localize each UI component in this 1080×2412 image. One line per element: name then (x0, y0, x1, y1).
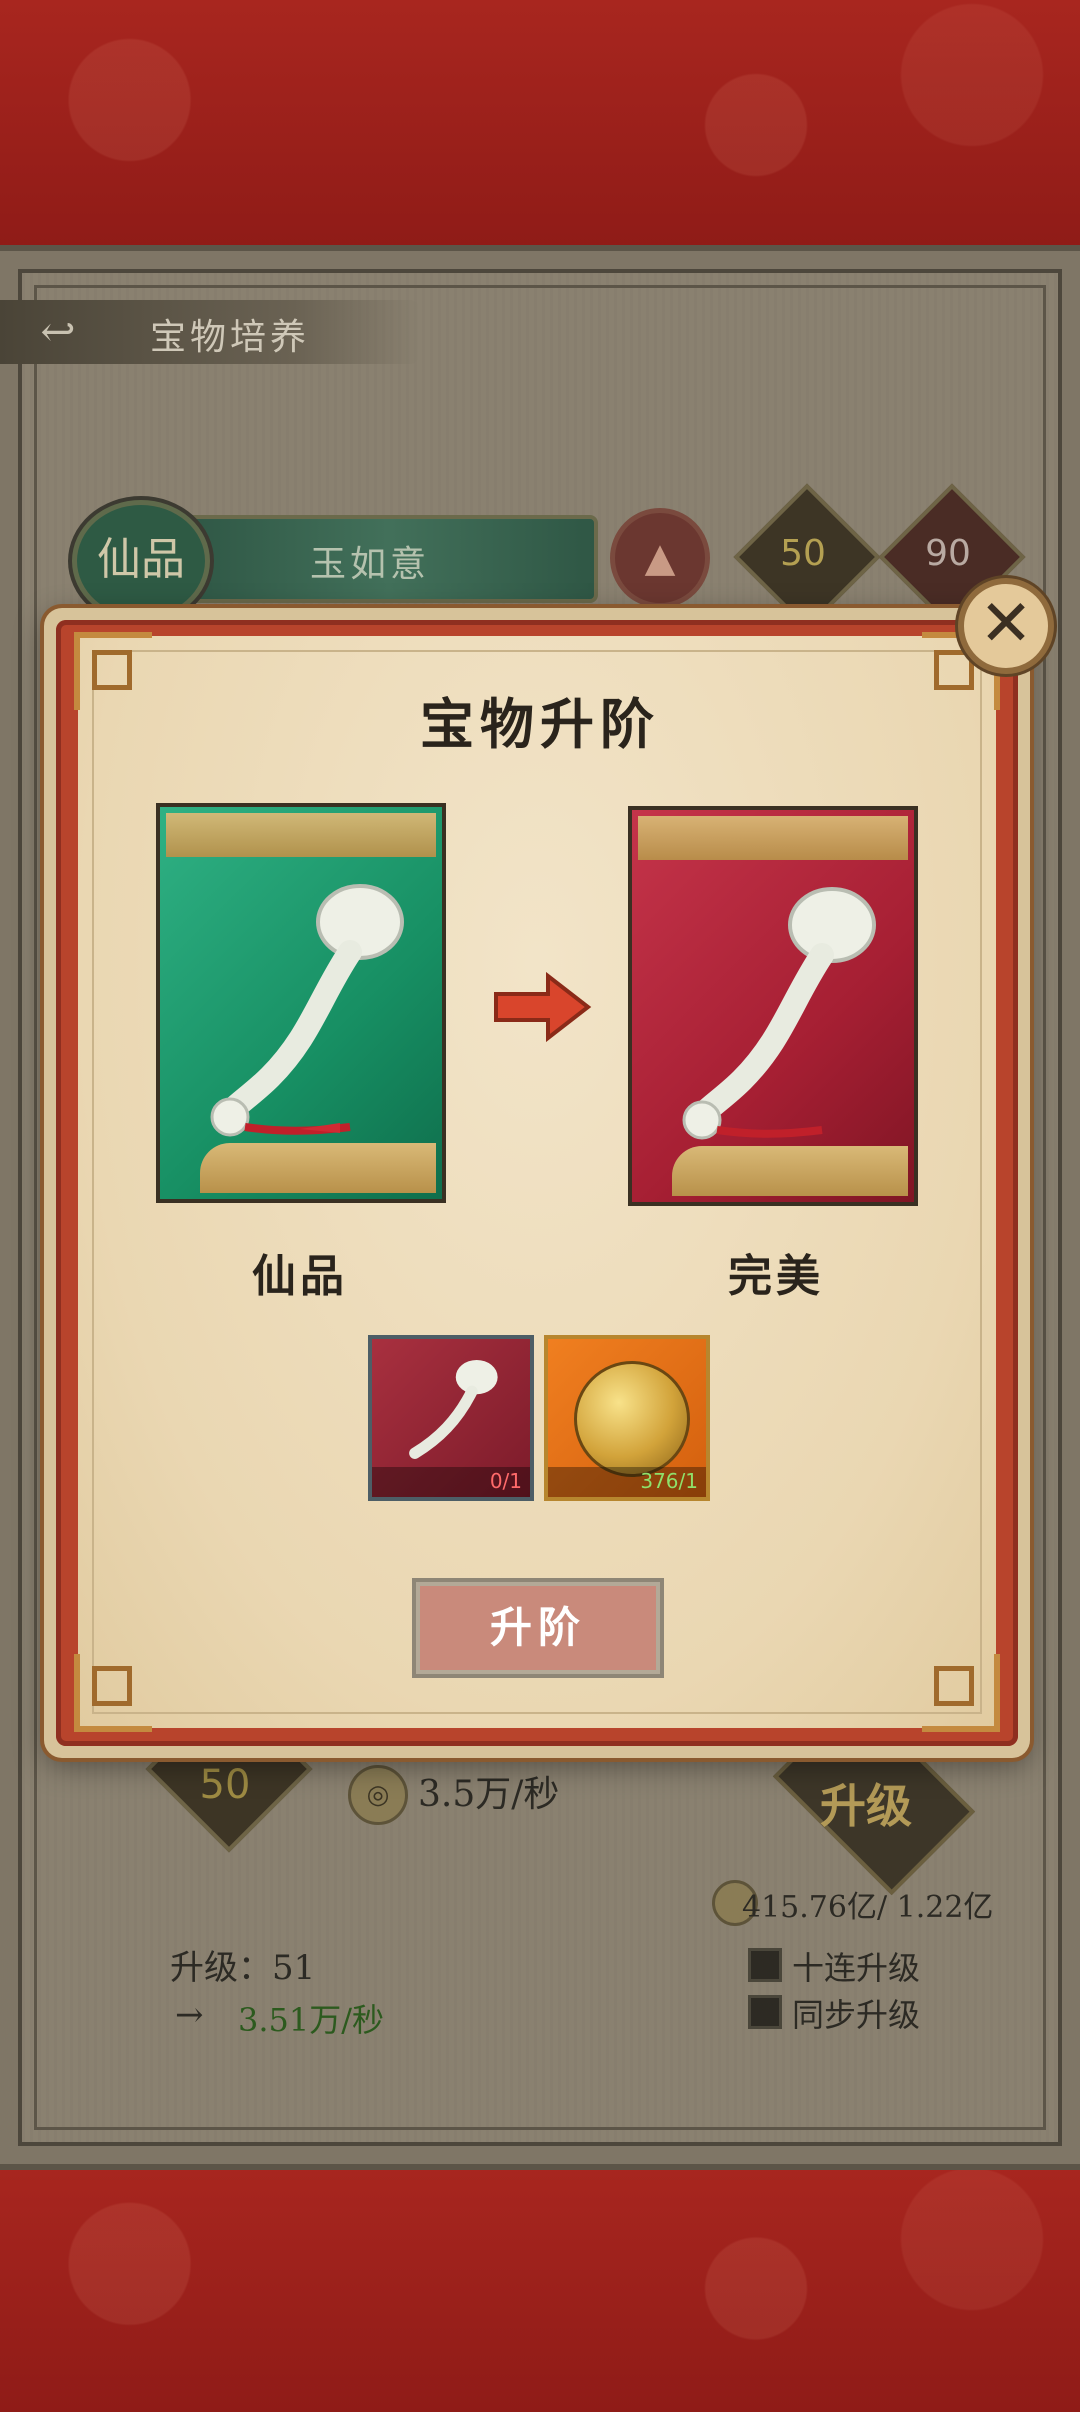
material-slot-orb[interactable]: 376/1 (544, 1335, 710, 1501)
sync-upgrade-label: 同步升级 (792, 1996, 921, 2034)
modal-title: 宝物升阶 (420, 692, 660, 756)
close-icon[interactable]: ✕ (958, 578, 1054, 674)
next-rate-arrow: → (175, 1995, 204, 2035)
material-count: 0/1 (489, 1469, 522, 1493)
income-rate: 3.5万/秒 (418, 1774, 560, 1815)
card-bottom-trim (672, 1146, 908, 1196)
stat-value-b: 90 (925, 533, 971, 574)
advance-button[interactable]: 升阶 (412, 1578, 664, 1678)
current-grade-label: 仙品 (252, 1251, 348, 1302)
material-slot-ruyi[interactable]: 0/1 (368, 1335, 534, 1501)
card-bottom-trim (200, 1143, 436, 1193)
page-title: 宝物培养 (150, 317, 311, 358)
ruyi-scepter-icon (210, 884, 404, 1137)
sync-upgrade-checkbox[interactable] (748, 1995, 782, 2029)
corner-ornament (74, 1654, 152, 1732)
grade-badge: 仙品 (72, 500, 210, 622)
gold-dragon-orb-icon (574, 1361, 690, 1477)
coin-icon: ◎ (348, 1765, 408, 1825)
right-arrow-icon (494, 972, 592, 1042)
background-top-clouds (0, 0, 1080, 250)
mountain-icon[interactable]: ▲ (610, 508, 710, 608)
stat-value-a: 50 (780, 533, 826, 574)
next-grade-card (628, 806, 918, 1206)
material-count: 376/1 (640, 1469, 698, 1493)
back-arrow-icon[interactable]: ↩ (30, 310, 86, 354)
card-top-trim (166, 813, 436, 857)
background-bottom-clouds (0, 2165, 1080, 2412)
current-level: 50 (199, 1762, 251, 1808)
next-level: 升级：51 (170, 1948, 316, 1988)
ruyi-scepter-icon (682, 887, 876, 1140)
next-income-rate: 3.51万/秒 (238, 2001, 385, 2039)
ten-upgrade-checkbox[interactable] (748, 1948, 782, 1982)
corner-ornament (922, 1654, 1000, 1732)
gold-amount: 415.76亿/ 1.22亿 (742, 1890, 994, 1925)
ten-upgrade-label: 十连升级 (792, 1949, 921, 1987)
current-grade-card (156, 803, 446, 1203)
upgrade-button-label: 升级 (820, 1779, 912, 1833)
next-grade-label: 完美 (728, 1251, 824, 1302)
card-top-trim (638, 816, 908, 860)
treasure-name: 玉如意 (310, 544, 431, 585)
